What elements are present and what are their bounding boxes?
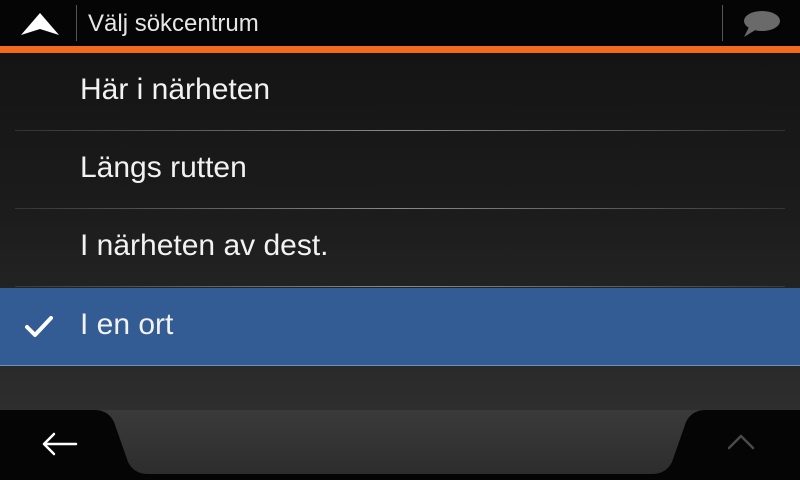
chevron-up-icon	[727, 434, 755, 450]
chat-bubble-icon[interactable]	[740, 10, 782, 38]
header-bar: Välj sökcentrum	[0, 0, 800, 46]
bottom-bar	[0, 410, 800, 480]
list-item-i-en-ort[interactable]: I en ort	[0, 288, 800, 366]
list-item-har-i-narheten[interactable]: Här i närheten	[0, 53, 800, 131]
list-item-label: Här i närheten	[80, 73, 271, 106]
header-separator	[722, 5, 723, 41]
checkmark-icon	[25, 316, 53, 337]
option-list: Här i närheten Längs rutten I närheten a…	[0, 53, 800, 410]
back-button[interactable]	[0, 410, 120, 480]
page-title: Välj sökcentrum	[88, 10, 259, 37]
list-item-label: I en ort	[80, 308, 174, 341]
divider	[15, 286, 785, 287]
list-item-label: Längs rutten	[80, 151, 247, 184]
list-item-i-narheten-av-dest[interactable]: I närheten av dest.	[0, 209, 800, 287]
bottom-bar-shape	[0, 410, 800, 480]
divider	[0, 365, 800, 366]
header-accent-bar	[0, 46, 800, 53]
list-item-label: I närheten av dest.	[80, 229, 329, 262]
back-arrow-icon	[42, 432, 78, 456]
scroll-up-button[interactable]	[690, 410, 800, 480]
list-item-langs-rutten[interactable]: Längs rutten	[0, 131, 800, 209]
navigation-arrow-icon[interactable]	[20, 12, 60, 36]
header-separator	[76, 5, 77, 41]
